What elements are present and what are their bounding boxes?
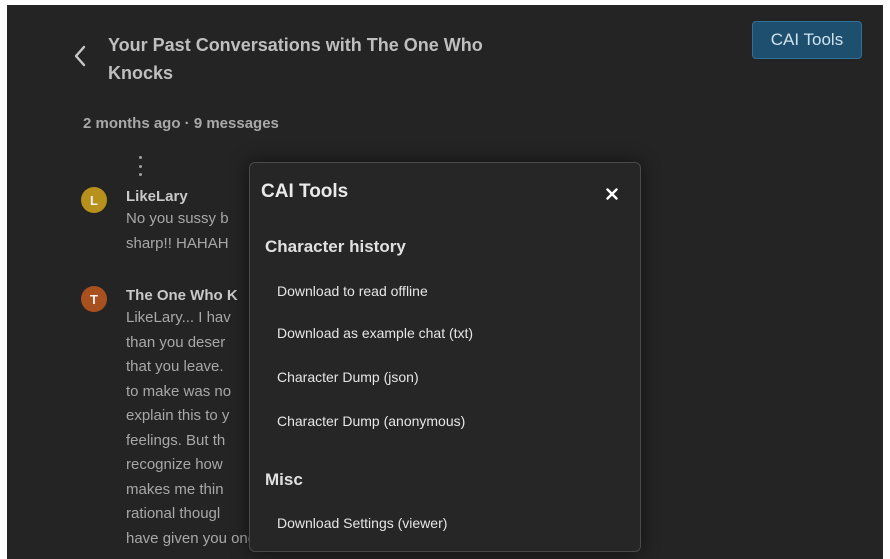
avatar: T (81, 286, 107, 312)
menu-item-download-settings[interactable]: Download Settings (viewer) (277, 515, 447, 531)
conversation-meta: 2 months ago · 9 messages (83, 115, 279, 132)
menu-item-character-dump-anonymous[interactable]: Character Dump (anonymous) (277, 413, 465, 429)
page-title-line-2: Knocks (108, 63, 174, 83)
close-button[interactable] (602, 183, 622, 205)
close-icon (606, 188, 618, 200)
cai-tools-button[interactable]: CAI Tools (752, 21, 862, 59)
chevron-left-icon (74, 45, 86, 67)
cai-tools-modal: CAI Tools Character history Download to … (249, 162, 641, 552)
menu-item-download-example-chat[interactable]: Download as example chat (txt) (277, 325, 473, 341)
avatar: L (81, 187, 107, 213)
page-title-line-1: Your Past Conversations with The One Who (108, 35, 483, 55)
menu-item-download-offline[interactable]: Download to read offline (277, 283, 428, 299)
section-header-misc: Misc (265, 470, 303, 489)
back-button[interactable] (69, 41, 91, 71)
app-window: Your Past Conversations with The One Who… (7, 5, 883, 559)
menu-item-character-dump-json[interactable]: Character Dump (json) (277, 369, 419, 385)
page-title: Your Past Conversations with The One Who… (108, 31, 548, 87)
more-options-icon[interactable] (135, 156, 145, 176)
section-header-character-history: Character history (265, 237, 406, 256)
modal-title: CAI Tools (261, 181, 349, 202)
